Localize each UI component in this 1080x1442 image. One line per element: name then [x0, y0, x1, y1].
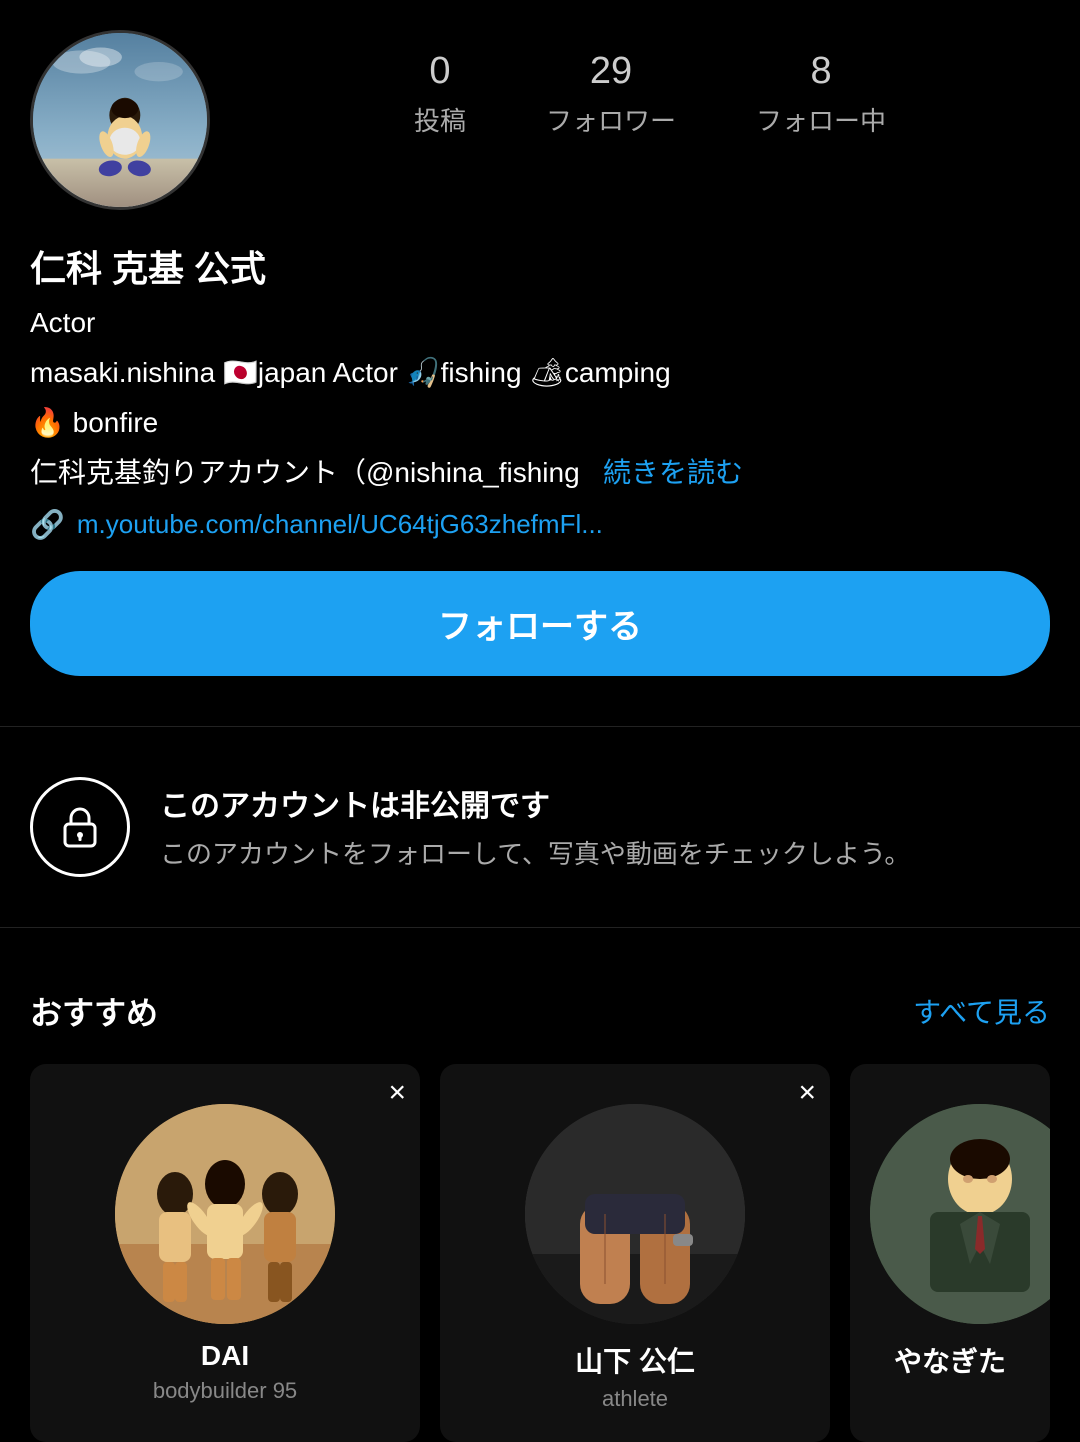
rec-card-yamashita[interactable]: × 山下 — [440, 1064, 830, 1442]
close-button-dai[interactable]: × — [388, 1078, 406, 1108]
bio-role: Actor — [30, 302, 1050, 344]
lock-icon-circle — [30, 777, 130, 877]
avatar — [30, 30, 210, 210]
link-icon: 🔗 — [30, 508, 65, 541]
recommended-section: おすすめ すべて見る × — [0, 988, 1080, 1442]
bio-bonfire: 🔥 bonfire — [30, 402, 1050, 444]
rec-card-dai[interactable]: × — [30, 1064, 420, 1442]
yanagita-avatar-image — [870, 1104, 1050, 1324]
follow-button-wrap: フォローする — [0, 541, 1080, 676]
avatar-image — [33, 33, 207, 207]
divider1 — [0, 726, 1080, 727]
divider2 — [0, 927, 1080, 928]
dai-avatar-image — [115, 1104, 335, 1324]
following-label: フォロー中 — [756, 101, 886, 138]
followers-count: 29 — [590, 50, 632, 93]
private-notice: このアカウントは非公開です このアカウントをフォローして、写真や動画をチェックし… — [30, 777, 1050, 877]
rec-avatar-dai — [115, 1104, 335, 1324]
stats-area: 0 投稿 29 フォロワー 8 フォロー中 — [250, 30, 1050, 138]
rec-sub-yamashita: athlete — [440, 1386, 830, 1412]
recommended-header: おすすめ すべて見る — [30, 988, 1050, 1034]
avatar-circle — [30, 30, 210, 210]
rec-card-yanagita[interactable]: やなぎた — [850, 1064, 1050, 1442]
recommended-title: おすすめ — [30, 988, 158, 1034]
recommended-cards: × — [30, 1064, 1050, 1442]
posts-count: 0 — [429, 50, 450, 93]
private-text: このアカウントは非公開です このアカウントをフォローして、写真や動画をチェックし… — [160, 781, 1050, 874]
profile-link[interactable]: 🔗 m.youtube.com/channel/UC64tjG63zhefmFl… — [30, 508, 1050, 541]
rec-card-inner-yanagita — [850, 1064, 1050, 1324]
follow-button[interactable]: フォローする — [30, 571, 1050, 676]
private-desc: このアカウントをフォローして、写真や動画をチェックしよう。 — [160, 835, 1050, 874]
rec-card-inner-yamashita: × — [440, 1064, 830, 1324]
close-button-yamashita[interactable]: × — [798, 1078, 816, 1108]
posts-label: 投稿 — [414, 101, 466, 138]
bio-main: masaki.nishina 🇯🇵japan Actor 🎣fishing 🏕c… — [30, 352, 1050, 394]
rec-card-inner-dai: × — [30, 1064, 420, 1324]
lock-icon — [55, 802, 105, 852]
following-count: 8 — [810, 50, 831, 93]
profile-info: 仁科 克基 公式 Actor masaki.nishina 🇯🇵japan Ac… — [0, 210, 1080, 541]
stat-posts[interactable]: 0 投稿 — [414, 50, 466, 138]
see-all-link[interactable]: すべて見る — [913, 991, 1050, 1031]
rec-avatar-yanagita — [870, 1104, 1050, 1324]
private-title: このアカウントは非公開です — [160, 781, 1050, 825]
display-name: 仁科 克基 公式 — [30, 240, 1050, 292]
followers-label: フォロワー — [546, 101, 676, 138]
bio-fishing-text: 仁科克基釣りアカウント（@nishina_fishing — [30, 457, 580, 488]
read-more-link[interactable]: 続きを読む — [603, 457, 743, 488]
rec-name-dai: DAI — [30, 1340, 420, 1372]
rec-name-yanagita: やなぎた — [850, 1340, 1050, 1380]
rec-avatar-yamashita — [525, 1104, 745, 1324]
profile-header: 0 投稿 29 フォロワー 8 フォロー中 — [0, 0, 1080, 210]
link-url: m.youtube.com/channel/UC64tjG63zhefmFl..… — [77, 509, 603, 540]
rec-sub-dai: bodybuilder 95 — [30, 1378, 420, 1404]
rec-name-yamashita: 山下 公仁 — [440, 1340, 830, 1380]
stat-followers[interactable]: 29 フォロワー — [546, 50, 676, 138]
yamashita-avatar-image — [525, 1104, 745, 1324]
bio-fishing-account: 仁科克基釣りアカウント（@nishina_fishing 続きを読む — [30, 452, 1050, 494]
stat-following[interactable]: 8 フォロー中 — [756, 50, 886, 138]
